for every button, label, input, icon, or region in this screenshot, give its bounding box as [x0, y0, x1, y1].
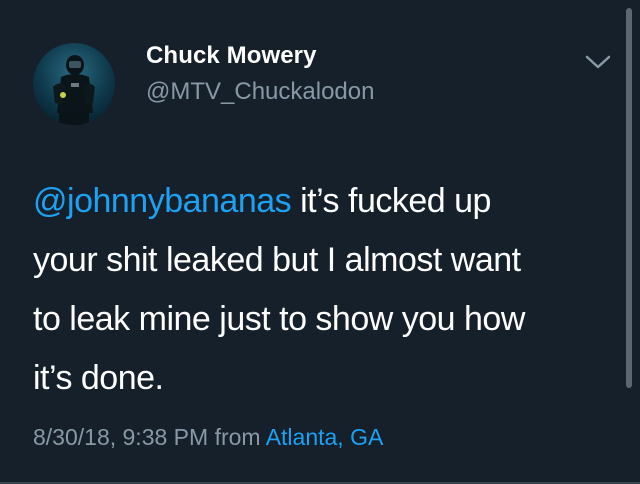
timestamp[interactable]: 8/30/18, 9:38 PM	[33, 424, 208, 450]
from-label: from	[214, 424, 261, 450]
tweet-card: Chuck Mowery @MTV_Chuckalodon @johnnyban…	[0, 0, 640, 484]
avatar[interactable]	[33, 43, 115, 125]
avatar-image	[33, 43, 115, 125]
scrollbar-thumb[interactable]	[626, 8, 632, 388]
chevron-down-icon	[585, 55, 611, 69]
tweet-menu-button[interactable]	[583, 52, 613, 72]
tweet-text: @johnnybananas it’s fucked up your shit …	[33, 172, 613, 408]
tweet-text-line-2: your shit leaked but I almost want	[33, 241, 521, 279]
tweet-text-line-1: @johnnybananas it’s fucked up	[33, 172, 613, 231]
location-link[interactable]: Atlanta, GA	[266, 424, 384, 450]
mention-link[interactable]: @johnnybananas	[33, 182, 292, 220]
tweet-text-line-3: to leak mine just to show you how	[33, 300, 525, 338]
author-name[interactable]: Chuck Mowery	[146, 42, 317, 70]
tweet-text-line-4: it’s done.	[33, 359, 164, 397]
tweet-meta: 8/30/18, 9:38 PM from Atlanta, GA	[33, 424, 383, 451]
author-handle[interactable]: @MTV_Chuckalodon	[146, 78, 374, 106]
tweet-text-line-1-rest: it’s fucked up	[291, 182, 491, 220]
